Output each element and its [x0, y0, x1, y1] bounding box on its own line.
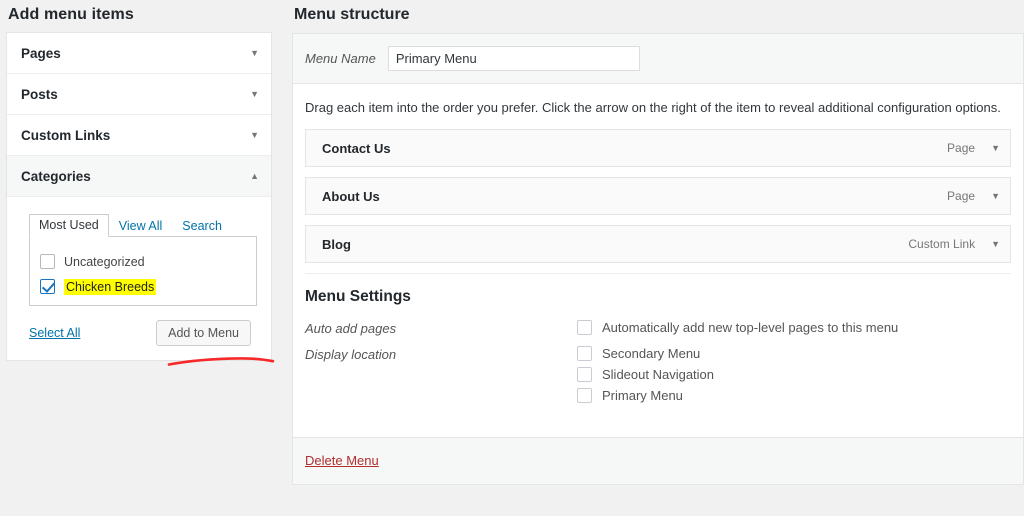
- categories-panel-body: Most Used View All Search Uncategorized: [7, 197, 271, 361]
- display-location-label: Display location: [305, 347, 397, 362]
- categories-tabs: Most Used View All Search: [29, 213, 257, 237]
- add-to-menu-button[interactable]: Add to Menu: [156, 320, 251, 346]
- menu-structure-title: Menu structure: [294, 6, 410, 23]
- chevron-down-icon[interactable]: ▼: [250, 89, 259, 99]
- tab-view-all-label: View All: [118, 219, 163, 233]
- add-menu-items-title: Add menu items: [8, 6, 134, 23]
- accordion-label-posts: Posts: [21, 86, 58, 102]
- tab-most-used-label: Most Used: [39, 218, 99, 232]
- menu-settings-section: Menu Settings Auto add pages Automatical…: [293, 274, 1023, 435]
- menu-name-label: Menu Name: [305, 51, 376, 66]
- tab-most-used[interactable]: Most Used: [29, 214, 109, 237]
- tab-view-all[interactable]: View All: [109, 215, 173, 237]
- auto-add-pages-row: Auto add pages Automatically add new top…: [305, 320, 1011, 336]
- menu-item-title: Blog: [322, 236, 351, 252]
- option-secondary-menu[interactable]: Secondary Menu: [577, 346, 714, 361]
- menu-item-meta: Page ▼: [947, 141, 1000, 155]
- checkbox-chicken-breeds[interactable]: [40, 279, 55, 294]
- menu-item-meta: Page ▼: [947, 189, 1000, 203]
- checkbox-primary-menu[interactable]: [577, 388, 592, 403]
- chevron-down-icon[interactable]: ▼: [991, 143, 1000, 153]
- select-all-link[interactable]: Select All: [29, 326, 80, 340]
- accordion-label-pages: Pages: [21, 45, 61, 61]
- tab-search[interactable]: Search: [172, 215, 232, 237]
- list-item[interactable]: Chicken Breeds: [40, 274, 246, 299]
- menu-name-row: Menu Name: [293, 34, 1023, 84]
- menu-item-title: About Us: [322, 188, 380, 204]
- checkbox-uncategorized[interactable]: [40, 254, 55, 269]
- accordion-header-posts[interactable]: Posts ▼: [7, 74, 271, 115]
- option-label-slideout-navigation: Slideout Navigation: [602, 367, 715, 382]
- menu-name-input[interactable]: [387, 46, 640, 71]
- menu-structure-card: Menu Name Drag each item into the order …: [292, 33, 1024, 485]
- auto-add-pages-options: Automatically add new top-level pages to…: [577, 320, 898, 335]
- wordpress-menus-screen: Add menu items Pages ▼ Posts ▼ Custom Li…: [0, 0, 1024, 516]
- menu-item-type: Page: [947, 189, 976, 203]
- menu-item-about-us[interactable]: About Us Page ▼: [305, 177, 1011, 215]
- menu-item-title: Contact Us: [322, 140, 391, 156]
- option-primary-menu[interactable]: Primary Menu: [577, 388, 714, 403]
- accordion-header-categories[interactable]: Categories ▲: [7, 156, 271, 197]
- chevron-down-icon[interactable]: ▼: [991, 191, 1000, 201]
- checkbox-label-uncategorized: Uncategorized: [64, 254, 145, 269]
- menu-item-meta: Custom Link ▼: [908, 237, 1000, 251]
- categories-actions: Select All Add to Menu: [29, 320, 257, 346]
- option-slideout-navigation[interactable]: Slideout Navigation: [577, 367, 714, 382]
- accordion-header-pages[interactable]: Pages ▼: [7, 33, 271, 74]
- menu-item-type: Custom Link: [908, 237, 976, 251]
- accordion-label-custom-links: Custom Links: [21, 127, 111, 143]
- accordion-list: Pages ▼ Posts ▼ Custom Links ▼ Categorie…: [6, 32, 272, 361]
- chevron-down-icon[interactable]: ▼: [250, 130, 259, 140]
- menu-item-blog[interactable]: Blog Custom Link ▼: [305, 225, 1011, 263]
- checkbox-label-chicken-breeds: Chicken Breeds: [64, 278, 157, 295]
- add-menu-items-panel: Add menu items Pages ▼ Posts ▼ Custom Li…: [0, 0, 280, 361]
- menu-item-type: Page: [947, 141, 976, 155]
- option-auto-add-pages[interactable]: Automatically add new top-level pages to…: [577, 320, 898, 335]
- accordion-header-custom-links[interactable]: Custom Links ▼: [7, 115, 271, 156]
- chevron-down-icon[interactable]: ▼: [250, 48, 259, 58]
- menu-structure-panel: Menu structure Menu Name Drag each item …: [292, 0, 1024, 516]
- most-used-categories-list: Uncategorized Chicken Breeds: [29, 236, 257, 306]
- checkbox-slideout-navigation[interactable]: [577, 367, 592, 382]
- menu-items-list: Contact Us Page ▼ About Us Page ▼ Blog C…: [293, 129, 1023, 263]
- display-location-options: Secondary Menu Slideout Navigation Prima…: [577, 346, 714, 403]
- tab-search-label: Search: [182, 219, 222, 233]
- list-item[interactable]: Uncategorized: [40, 249, 246, 274]
- checkbox-auto-add-pages[interactable]: [577, 320, 592, 335]
- menu-settings-heading: Menu Settings: [305, 288, 411, 305]
- drag-help-text: Drag each item into the order you prefer…: [305, 100, 1001, 115]
- menu-item-contact-us[interactable]: Contact Us Page ▼: [305, 129, 1011, 167]
- chevron-up-icon[interactable]: ▲: [250, 171, 259, 181]
- menu-footer: Delete Menu: [293, 437, 1023, 484]
- option-label-primary-menu: Primary Menu: [602, 388, 683, 403]
- chevron-down-icon[interactable]: ▼: [991, 239, 1000, 249]
- accordion-label-categories: Categories: [21, 168, 91, 184]
- checkbox-secondary-menu[interactable]: [577, 346, 592, 361]
- option-label-secondary-menu: Secondary Menu: [602, 346, 701, 361]
- delete-menu-link[interactable]: Delete Menu: [305, 453, 379, 468]
- display-location-row: Display location Secondary Menu Slideout…: [305, 346, 1011, 403]
- option-label-auto-add-pages: Automatically add new top-level pages to…: [602, 320, 899, 335]
- auto-add-pages-label: Auto add pages: [305, 321, 397, 336]
